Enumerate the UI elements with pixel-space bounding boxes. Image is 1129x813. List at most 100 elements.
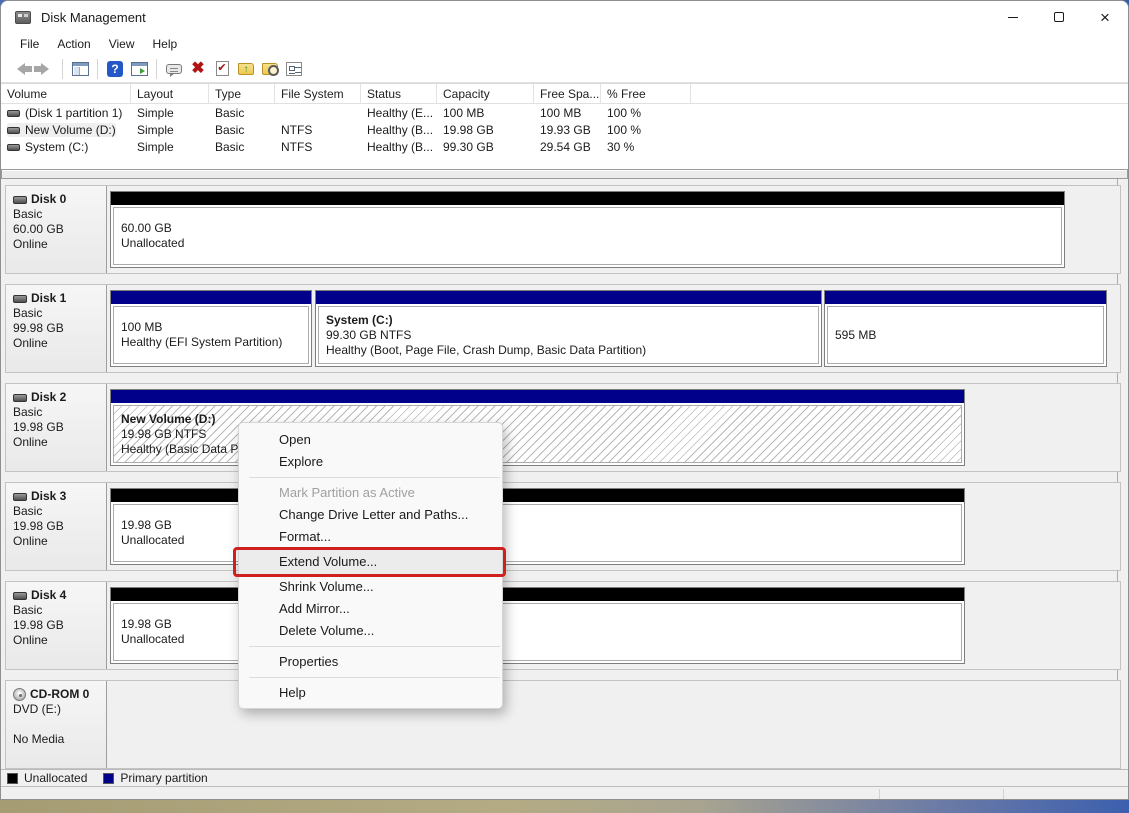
help-icon[interactable]: ? <box>103 58 127 80</box>
delete-x-icon[interactable]: ✖ <box>186 58 210 80</box>
volume-icon <box>7 144 20 151</box>
close-icon: × <box>1100 9 1110 26</box>
toolbar-separator <box>62 59 63 79</box>
disk-row-disk1: Disk 1 Basic 99.98 GB Online 100 MB Heal… <box>5 284 1121 373</box>
column-header-pct-free[interactable]: % Free <box>601 84 691 104</box>
table-row[interactable]: (Disk 1 partition 1) Simple Basic Health… <box>1 104 1128 121</box>
column-header-volume[interactable]: Volume <box>1 84 131 104</box>
balloon-tip-icon[interactable] <box>162 58 186 80</box>
column-header-capacity[interactable]: Capacity <box>437 84 534 104</box>
menu-item-open[interactable]: Open <box>239 429 502 451</box>
menu-item-explore[interactable]: Explore <box>239 451 502 473</box>
disk0-unallocated-partition[interactable]: 60.00 GB Unallocated <box>110 191 1065 268</box>
disk-management-window: Disk Management × File Action View Help … <box>0 0 1129 800</box>
disk-icon <box>13 394 27 402</box>
menu-item-delete-volume[interactable]: Delete Volume... <box>239 620 502 642</box>
primary-partition-legend-swatch <box>103 773 114 784</box>
primary-band <box>825 291 1106 304</box>
window-controls: × <box>990 1 1128 33</box>
disk3-label[interactable]: Disk 3 Basic 19.98 GB Online <box>6 483 107 570</box>
column-header-file-system[interactable]: File System <box>275 84 361 104</box>
menu-item-help[interactable]: Help <box>239 682 502 704</box>
disk-row-disk0: Disk 0 Basic 60.00 GB Online 60.00 GB Un… <box>5 185 1121 274</box>
cd-rom-icon <box>13 688 26 701</box>
primary-band <box>111 291 311 304</box>
window-title: Disk Management <box>41 10 146 25</box>
desktop-background <box>0 800 1129 813</box>
context-menu: Open Explore Mark Partition as Active Ch… <box>238 422 503 709</box>
disk-icon <box>13 493 27 501</box>
disk4-label[interactable]: Disk 4 Basic 19.98 GB Online <box>6 582 107 669</box>
menu-item-change-drive-letter[interactable]: Change Drive Letter and Paths... <box>239 504 502 526</box>
status-bar-separator <box>1003 789 1004 799</box>
check-document-icon[interactable]: ✔ <box>210 58 234 80</box>
menu-help[interactable]: Help <box>144 35 187 53</box>
horizontal-scrollbar[interactable] <box>1 169 1128 179</box>
minimize-icon <box>1008 17 1018 18</box>
title-bar: Disk Management × <box>1 1 1128 33</box>
column-header-type[interactable]: Type <box>209 84 275 104</box>
folder-find-icon[interactable] <box>258 58 282 80</box>
disk-icon <box>13 295 27 303</box>
back-arrow-icon[interactable] <box>9 58 33 80</box>
unallocated-legend-swatch <box>7 773 18 784</box>
column-header-status[interactable]: Status <box>361 84 437 104</box>
disk-row-disk3: Disk 3 Basic 19.98 GB Online 19.98 GB Un… <box>5 482 1121 571</box>
disk1-system-partition[interactable]: System (C:) 99.30 GB NTFS Healthy (Boot,… <box>315 290 822 367</box>
disk1-efi-partition[interactable]: 100 MB Healthy (EFI System Partition) <box>110 290 312 367</box>
table-row[interactable]: System (C:) Simple Basic NTFS Healthy (B… <box>1 138 1128 155</box>
disk1-recovery-partition[interactable]: 595 MB <box>824 290 1107 367</box>
graphical-view-pane: Disk 0 Basic 60.00 GB Online 60.00 GB Un… <box>1 179 1128 769</box>
console-tree-icon[interactable] <box>68 58 92 80</box>
menu-bar: File Action View Help <box>1 33 1128 55</box>
forward-arrow-icon[interactable] <box>33 58 57 80</box>
menu-separator <box>239 473 502 482</box>
disk-icon <box>13 592 27 600</box>
maximize-button[interactable] <box>1036 1 1082 33</box>
volume-icon <box>7 110 20 117</box>
menu-item-shrink-volume[interactable]: Shrink Volume... <box>239 576 502 598</box>
menu-view[interactable]: View <box>100 35 144 53</box>
unallocated-band <box>111 192 1064 205</box>
menu-item-format[interactable]: Format... <box>239 526 502 548</box>
disk-management-app-icon <box>15 11 31 24</box>
status-bar <box>1 786 1128 800</box>
menu-separator <box>239 642 502 651</box>
toolbar-separator <box>156 59 157 79</box>
volume-icon <box>7 127 20 134</box>
legend-bar: Unallocated Primary partition <box>1 769 1128 786</box>
toolbar-separator <box>97 59 98 79</box>
properties-list-icon[interactable] <box>282 58 306 80</box>
disk-icon <box>13 196 27 204</box>
volume-list-header: Volume Layout Type File System Status Ca… <box>1 84 1128 104</box>
menu-item-extend-volume[interactable]: Extend Volume... <box>239 548 502 576</box>
primary-partition-legend-label: Primary partition <box>120 771 207 785</box>
column-header-filler <box>691 84 1128 104</box>
disk1-label[interactable]: Disk 1 Basic 99.98 GB Online <box>6 285 107 372</box>
folder-up-icon[interactable]: ↑ <box>234 58 258 80</box>
menu-item-add-mirror[interactable]: Add Mirror... <box>239 598 502 620</box>
toolbar: ? ✖ ✔ ↑ <box>1 55 1128 83</box>
disk-row-disk4: Disk 4 Basic 19.98 GB Online 19.98 GB Un… <box>5 581 1121 670</box>
volume-list-pane: Volume Layout Type File System Status Ca… <box>1 83 1128 169</box>
status-bar-separator <box>879 789 880 799</box>
menu-separator <box>239 673 502 682</box>
action-pane-icon[interactable] <box>127 58 151 80</box>
maximize-icon <box>1054 12 1064 22</box>
menu-action[interactable]: Action <box>48 35 99 53</box>
disk-row-disk2: Disk 2 Basic 19.98 GB Online New Volume … <box>5 383 1121 472</box>
primary-band <box>316 291 821 304</box>
disk-row-cdrom0: CD-ROM 0 DVD (E:) No Media <box>5 680 1121 769</box>
close-button[interactable]: × <box>1082 1 1128 33</box>
column-header-free-space[interactable]: Free Spa... <box>534 84 601 104</box>
unallocated-legend-label: Unallocated <box>24 771 87 785</box>
cdrom0-label[interactable]: CD-ROM 0 DVD (E:) No Media <box>6 681 107 768</box>
primary-band <box>111 390 964 403</box>
disk2-label[interactable]: Disk 2 Basic 19.98 GB Online <box>6 384 107 471</box>
minimize-button[interactable] <box>990 1 1036 33</box>
disk0-label[interactable]: Disk 0 Basic 60.00 GB Online <box>6 186 107 273</box>
menu-file[interactable]: File <box>11 35 48 53</box>
menu-item-properties[interactable]: Properties <box>239 651 502 673</box>
column-header-layout[interactable]: Layout <box>131 84 209 104</box>
table-row-selected[interactable]: New Volume (D:) Simple Basic NTFS Health… <box>1 121 1128 138</box>
